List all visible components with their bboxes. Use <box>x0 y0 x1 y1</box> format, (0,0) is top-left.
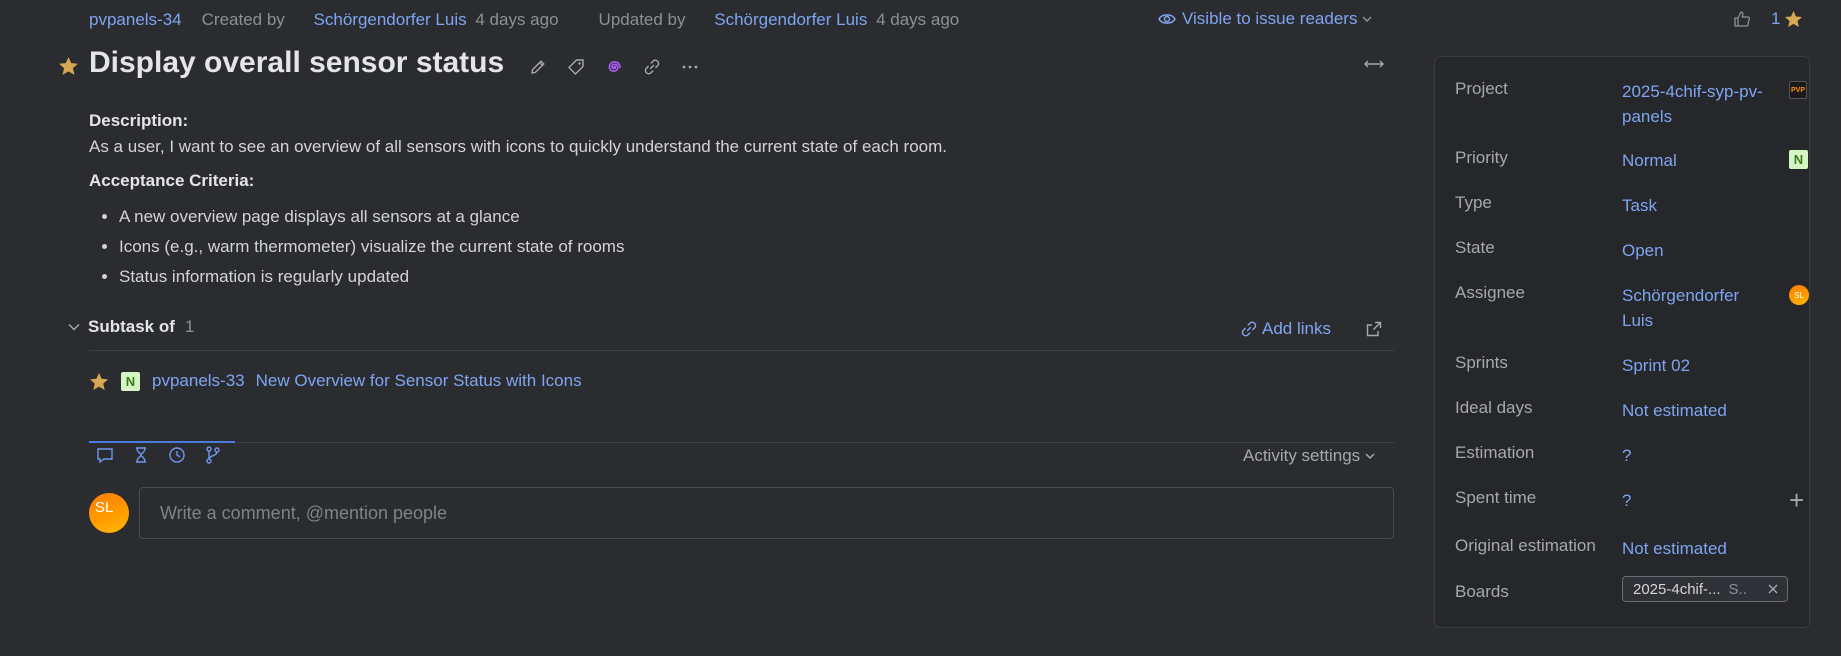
divider <box>89 442 1394 443</box>
active-tab-indicator <box>89 441 235 443</box>
subtask-id-link[interactable]: pvpanels-33 <box>152 371 245 391</box>
comment-input[interactable]: Write a comment, @mention people <box>139 487 1394 539</box>
subtask-count: 1 <box>184 317 195 336</box>
updated-prefix: Updated by <box>598 10 686 29</box>
eye-icon <box>1158 14 1176 24</box>
field-value[interactable]: Schörgendorfer Luis <box>1622 283 1772 333</box>
field-label: Assignee <box>1455 283 1525 302</box>
branch-icon[interactable] <box>204 446 222 464</box>
link-icon <box>1241 321 1257 337</box>
description-text: As a user, I want to see an overview of … <box>89 137 947 156</box>
issue-fields-panel: Project 2025-4chif-syp-pv-panels PVP Pri… <box>1434 56 1810 628</box>
chevron-down-icon <box>1362 16 1372 22</box>
avatar: SL <box>1789 285 1809 305</box>
more-actions-button[interactable] <box>680 57 700 77</box>
field-label: Spent time <box>1455 488 1537 507</box>
chevron-down-icon <box>68 323 80 331</box>
visibility-label: Visible to issue readers <box>1182 9 1358 28</box>
list-item: A new overview page displays all sensors… <box>119 202 1389 232</box>
field-value[interactable]: 2025-4chif-syp-pv-panels <box>1622 79 1772 129</box>
updated-info: Updated by Schörgendorfer Luis 4 days ag… <box>599 10 980 30</box>
field-value[interactable]: ? <box>1622 488 1631 513</box>
list-item: Status information is regularly updated <box>119 262 1389 292</box>
subtask-section-header[interactable]: Subtask of 1 <box>68 317 1394 337</box>
add-links-button[interactable]: Add links <box>1240 319 1331 339</box>
comment-icon[interactable] <box>96 446 114 464</box>
field-value[interactable]: Normal <box>1622 148 1677 173</box>
project-icon: PVP <box>1789 81 1807 99</box>
updated-by-link[interactable]: Schörgendorfer Luis <box>714 10 867 29</box>
visibility-dropdown[interactable]: Visible to issue readers <box>1158 9 1378 29</box>
issue-meta: pvpanels-34 Created by Schörgendorfer Lu… <box>89 9 999 31</box>
criteria-heading: Acceptance Criteria: <box>89 171 255 190</box>
star-count: 1 <box>1771 9 1781 28</box>
comment-placeholder: Write a comment, @mention people <box>160 502 448 523</box>
pencil-icon <box>531 60 545 74</box>
votes: 1 <box>1733 9 1803 29</box>
edit-button[interactable] <box>528 57 548 77</box>
field-value[interactable]: Not estimated <box>1622 536 1727 561</box>
activity-tabs <box>96 446 222 464</box>
subtask-summary-link[interactable]: New Overview for Sensor Status with Icon… <box>256 371 582 391</box>
created-prefix: Created by <box>201 10 285 29</box>
created-info: Created by Schörgendorfer Luis 4 days ag… <box>202 10 579 30</box>
activity-settings-label: Activity settings <box>1243 446 1361 465</box>
description-heading: Description: <box>89 111 189 130</box>
board-chip[interactable]: 2025-4chif-... S.. <box>1622 576 1788 602</box>
priority-badge: N <box>121 371 140 391</box>
clock-icon[interactable] <box>168 446 186 464</box>
issue-description: Description: As a user, I want to see an… <box>89 108 1389 292</box>
field-label: Type <box>1455 193 1492 212</box>
list-item: Icons (e.g., warm thermometer) visualize… <box>119 232 1389 262</box>
issue-title: Display overall sensor status <box>89 46 505 79</box>
activity-settings-dropdown[interactable]: Activity settings <box>1243 446 1375 466</box>
field-label: Project <box>1455 79 1508 98</box>
field-label: Ideal days <box>1455 398 1533 417</box>
spiral-icon <box>608 60 621 72</box>
thumbs-up-icon[interactable] <box>1733 10 1751 28</box>
close-icon[interactable] <box>1767 583 1779 595</box>
expand-horizontal-icon[interactable] <box>1364 58 1384 70</box>
title-toolbar <box>528 57 700 77</box>
board-chip-label: 2025-4chif-... <box>1633 580 1721 598</box>
star-icon[interactable] <box>1784 10 1803 28</box>
created-when: 4 days ago <box>475 10 559 29</box>
avatar: SL <box>89 493 129 533</box>
field-value[interactable]: ? <box>1622 443 1631 468</box>
ai-assistant-button[interactable] <box>604 57 624 77</box>
field-label: Boards <box>1455 582 1509 601</box>
tag-button[interactable] <box>566 57 586 77</box>
field-label: Sprints <box>1455 353 1508 372</box>
field-label: State <box>1455 238 1495 257</box>
field-value[interactable]: Open <box>1622 238 1664 263</box>
link-icon <box>644 59 660 75</box>
subtask-label: Subtask of <box>88 317 175 336</box>
star-icon[interactable] <box>89 372 109 391</box>
field-label: Priority <box>1455 148 1508 167</box>
chevron-down-icon <box>1365 453 1375 459</box>
created-by-link[interactable]: Schörgendorfer Luis <box>314 10 467 29</box>
board-chip-suffix: S.. <box>1728 580 1747 598</box>
subtask-item[interactable]: N pvpanels-33 New Overview for Sensor St… <box>89 371 582 391</box>
add-time-icon[interactable]: + <box>1789 487 1804 513</box>
divider <box>89 350 1394 351</box>
tag-icon <box>568 59 584 75</box>
copy-link-button[interactable] <box>642 57 662 77</box>
field-value[interactable]: Sprint 02 <box>1622 353 1690 378</box>
priority-badge: N <box>1789 150 1808 169</box>
ellipsis-icon <box>682 65 698 69</box>
add-links-label: Add links <box>1262 319 1331 338</box>
field-value[interactable]: Task <box>1622 193 1657 218</box>
updated-when: 4 days ago <box>876 10 960 29</box>
hourglass-icon[interactable] <box>132 446 150 464</box>
issue-id-link[interactable]: pvpanels-34 <box>89 10 182 30</box>
star-icon[interactable] <box>58 56 79 76</box>
open-external-icon[interactable] <box>1366 321 1382 337</box>
field-label: Estimation <box>1455 443 1535 462</box>
field-value[interactable]: Not estimated <box>1622 398 1727 423</box>
criteria-list: A new overview page displays all sensors… <box>119 202 1389 292</box>
field-label: Original estimation <box>1455 536 1596 555</box>
